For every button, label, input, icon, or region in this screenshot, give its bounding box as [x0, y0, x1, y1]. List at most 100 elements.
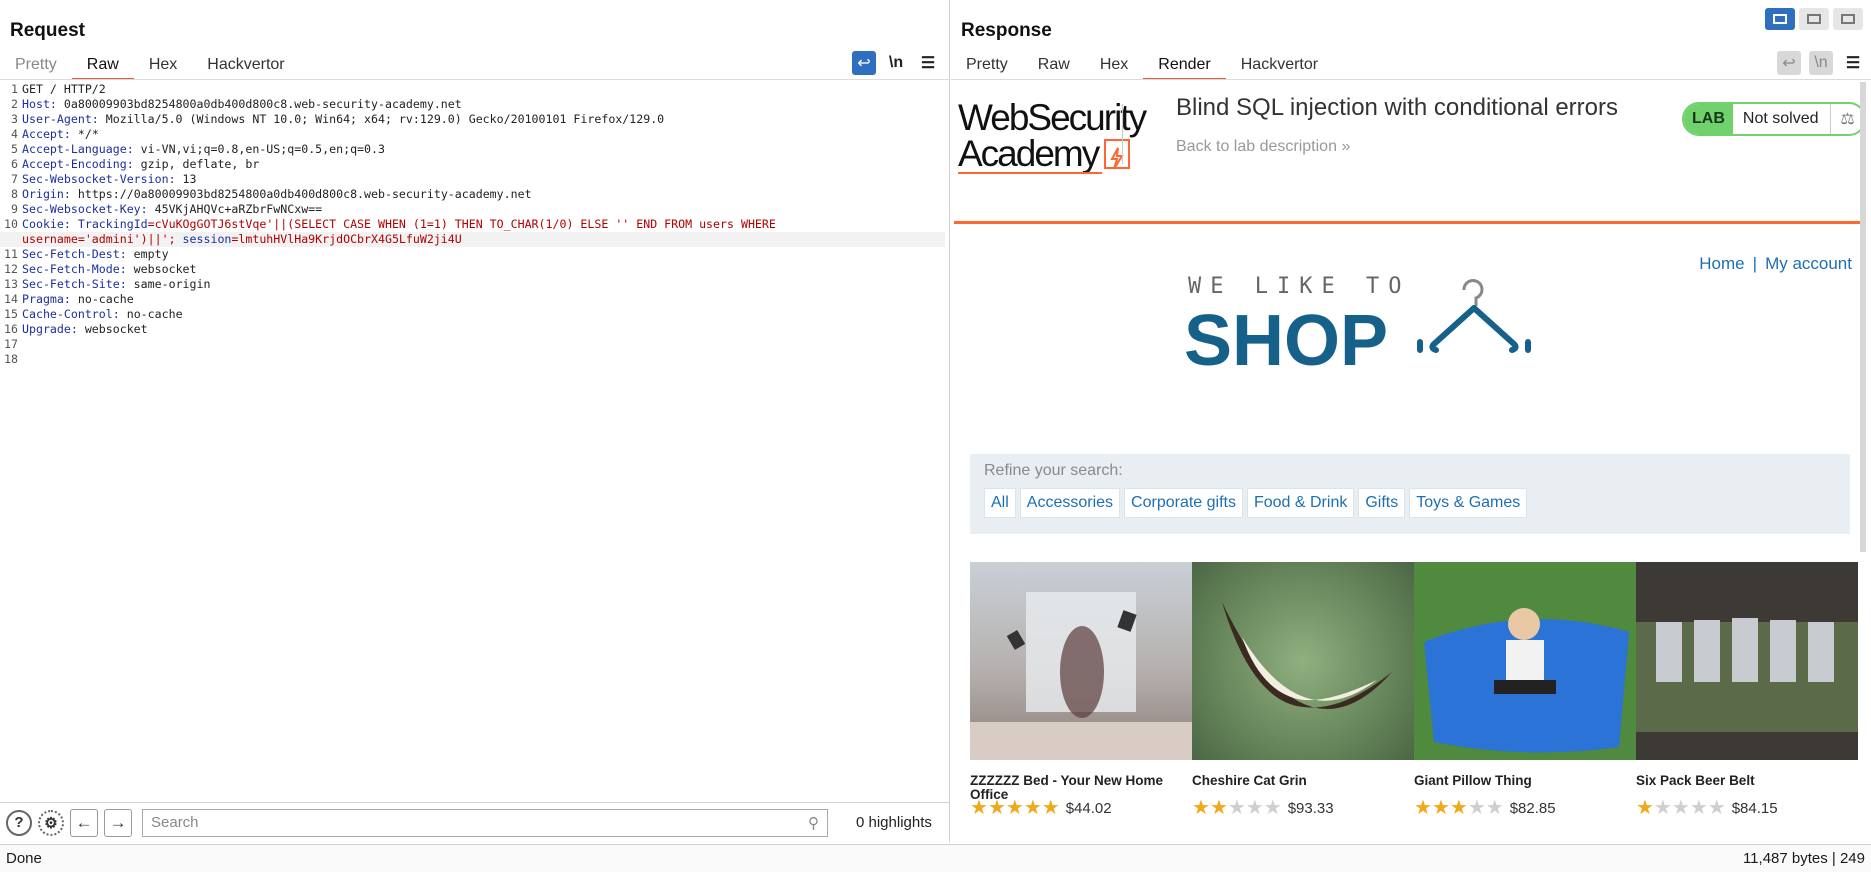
star-icon: ★	[1636, 797, 1654, 819]
product-card[interactable]: ZZZZZZ Bed - Your New Home Office ★ ★ ★ ★ ★ …	[970, 562, 1192, 818]
request-line: 6 Accept-Encoding: gzip, deflate, br	[11, 157, 260, 171]
lab-title: Blind SQL injection with conditional err…	[1176, 94, 1618, 121]
category-accessories[interactable]: Accessories	[1019, 488, 1121, 518]
product-image	[1414, 562, 1636, 760]
back-link-text: Back to lab description	[1176, 138, 1337, 155]
layout-tabs-icon[interactable]	[1833, 8, 1863, 30]
request-tab-hex[interactable]: Hex	[134, 52, 192, 80]
response-tab-pretty[interactable]: Pretty	[951, 52, 1023, 80]
request-tab-raw[interactable]: Raw	[71, 52, 134, 80]
menu-icon[interactable]: ☰	[1841, 51, 1865, 75]
request-pane: Request Pretty Raw Hex Hackvertor ↩ \n ☰…	[0, 0, 950, 842]
layout-side-by-side-icon[interactable]	[1765, 8, 1795, 30]
response-tab-raw[interactable]: Raw	[1023, 52, 1085, 80]
star-icon: ★	[1245, 797, 1264, 819]
request-line: 14 Pragma: no-cache	[4, 292, 134, 306]
arrow-right-icon[interactable]: →	[104, 808, 132, 837]
layout-stacked-icon[interactable]	[1799, 8, 1829, 30]
star-icon: ★	[1671, 797, 1690, 819]
star-icon: ★	[1041, 797, 1060, 819]
star-icon: ★	[1485, 797, 1504, 819]
category-all[interactable]: All	[984, 488, 1016, 518]
help-icon[interactable]: ?	[6, 809, 32, 836]
star-icon: ★	[970, 797, 988, 819]
star-icon: ★	[1023, 797, 1042, 819]
product-rating: ★ ★ ★ ★ ★	[970, 798, 1060, 818]
request-line: 16 Upgrade: websocket	[4, 322, 148, 336]
shop-word: SHOP	[1184, 301, 1389, 381]
request-line: 13 Sec-Fetch-Site: same-origin	[4, 277, 211, 291]
gear-icon[interactable]: ⚙	[38, 809, 64, 836]
lab-header: WebSecurity Academy Blind SQL injection …	[954, 82, 1866, 224]
web-security-academy-logo: WebSecurity Academy	[958, 99, 1147, 174]
back-to-lab-link[interactable]: Back to lab description »	[1176, 138, 1350, 156]
request-line: 18	[4, 352, 18, 366]
product-price: $44.02	[1065, 799, 1112, 817]
request-tab-divider	[0, 79, 949, 80]
wrap-icon[interactable]: ↩	[1777, 51, 1801, 75]
star-icon: ★	[1192, 797, 1210, 819]
request-line: 9 Sec-Websocket-Key: 45VKjAHQVc+aRZbrFwNC…	[11, 202, 323, 216]
lab-status-badge: LAB Not solved ⚖	[1682, 102, 1866, 136]
shop-logo: WE LIKE TO SHOP	[1184, 268, 1531, 381]
category-gifts[interactable]: Gifts	[1358, 488, 1406, 518]
product-card[interactable]: Giant Pillow Thing ★ ★ ★ ★ ★ $82.85	[1414, 562, 1636, 818]
request-editor[interactable]: 1 GET / HTTP/2 2 Host: 0a80009903bd8254800…	[0, 82, 945, 367]
burp-message-editor: Request Pretty Raw Hex Hackvertor ↩ \n ☰…	[0, 0, 1871, 872]
request-line: 5 Accept-Language: vi-VN,vi;q=0.8,en-US;q…	[11, 142, 385, 156]
category-filters: All Accessories Corporate gifts Food & D…	[984, 488, 1528, 518]
home-link[interactable]: Home	[1699, 254, 1744, 273]
category-food-drink[interactable]: Food & Drink	[1246, 488, 1355, 518]
response-tabs: Pretty Raw Hex Render Hackvertor	[951, 52, 1333, 80]
cookie-line: 10 Cookie: TrackingId =cVuKOgGOTJ6stVqe'||…	[4, 217, 776, 231]
double-chevron-icon: »	[1341, 138, 1351, 155]
star-icon: ★	[1209, 797, 1228, 819]
star-icon: ★	[1449, 797, 1468, 819]
newline-icon[interactable]: \n	[1809, 51, 1833, 75]
request-tab-hackvertor[interactable]: Hackvertor	[192, 52, 299, 80]
search-icon: ⚲	[808, 814, 819, 832]
request-line: 15 Cache-Control: no-cache	[4, 307, 183, 321]
request-line: 7 Sec-Websocket-Version: 13	[11, 172, 197, 186]
response-title: Response	[961, 20, 1052, 41]
product-price: $93.33	[1287, 799, 1334, 817]
nav-separator: |	[1752, 254, 1758, 273]
response-size: 11,487 bytes | 249	[1742, 850, 1865, 867]
product-rating: ★ ★ ★ ★ ★	[1636, 798, 1726, 818]
arrow-left-icon[interactable]: ←	[70, 808, 98, 837]
wrap-icon[interactable]: ↩	[852, 51, 876, 75]
response-tab-render[interactable]: Render	[1143, 52, 1226, 80]
request-search-bar: ? ⚙ ← → Search ⚲ 0 highlights	[0, 802, 950, 842]
status-text: Done	[6, 850, 42, 867]
rendered-page: WebSecurity Academy Blind SQL injection …	[954, 82, 1866, 842]
star-icon: ★	[1467, 797, 1486, 819]
star-icon: ★	[1707, 797, 1726, 819]
request-line: 4 Accept: */*	[11, 127, 99, 141]
category-corporate-gifts[interactable]: Corporate gifts	[1124, 488, 1243, 518]
star-icon: ★	[1227, 797, 1246, 819]
newline-icon[interactable]: \n	[884, 51, 908, 75]
product-price: $84.15	[1731, 799, 1778, 817]
response-tab-hackvertor[interactable]: Hackvertor	[1226, 52, 1333, 80]
render-scrollbar[interactable]	[1860, 82, 1866, 552]
category-toys-games[interactable]: Toys & Games	[1409, 488, 1528, 518]
star-icon: ★	[1414, 797, 1432, 819]
header-divider	[1122, 104, 1123, 164]
highlights-count: 0 highlights	[856, 814, 932, 831]
my-account-link[interactable]: My account	[1765, 254, 1852, 273]
request-toolbar: ↩ \n ☰	[852, 51, 940, 75]
product-price: $82.85	[1509, 799, 1556, 817]
search-input[interactable]: Search ⚲	[142, 808, 828, 837]
logo-line2-text: Academy	[958, 133, 1100, 174]
menu-icon[interactable]: ☰	[916, 51, 940, 75]
request-tab-pretty[interactable]: Pretty	[0, 52, 72, 80]
layout-switcher	[1765, 8, 1863, 30]
lab-status-text: Not solved	[1742, 110, 1819, 127]
product-card[interactable]: Cheshire Cat Grin ★ ★ ★ ★ ★ $93.33	[1192, 562, 1414, 818]
logo-line2: Academy	[958, 133, 1131, 174]
lightning-icon	[1104, 139, 1131, 170]
product-card[interactable]: Six Pack Beer Belt ★ ★ ★ ★ ★ $84.15	[1636, 562, 1858, 818]
response-tab-hex[interactable]: Hex	[1085, 52, 1143, 80]
star-icon: ★	[987, 797, 1006, 819]
response-toolbar: ↩ \n ☰	[1777, 51, 1865, 75]
